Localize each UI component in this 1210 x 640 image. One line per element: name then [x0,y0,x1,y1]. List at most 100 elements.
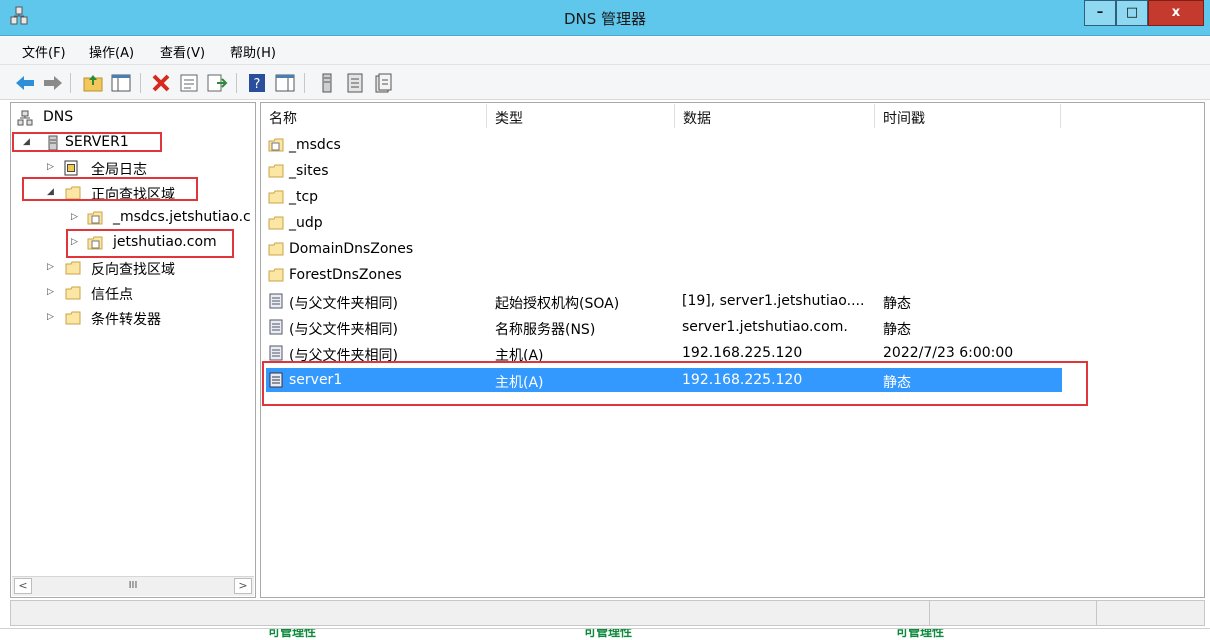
close-button[interactable]: x [1148,0,1204,26]
cell-timestamp: 静态 [883,322,911,338]
scroll-thumb[interactable]: III [34,579,232,593]
record-icon [269,319,283,335]
annotation-box-server1-record [262,361,1088,406]
tree-horizontal-scrollbar[interactable]: < III > [12,576,254,596]
properties-icon[interactable] [178,72,200,94]
cell-name: (与父文件夹相同) [289,296,398,312]
tree-label-reverse-zones: 反向查找区域 [91,262,175,278]
maximize-icon: □ [1125,5,1139,20]
back-icon[interactable] [14,72,36,94]
tree-label-trust-points: 信任点 [91,287,133,303]
tree-label-dns: DNS [43,109,74,125]
background-text: 可管理性 [584,628,633,639]
list-row[interactable]: _sites [266,159,1062,183]
folder-icon [268,268,284,282]
list-row[interactable]: ForestDnsZones [266,263,1062,287]
cell-name: _sites [289,163,329,179]
forward-icon[interactable] [42,72,64,94]
folder-icon [268,242,284,256]
toolbar-separator [70,73,71,93]
menu-view[interactable]: 查看(V) [160,42,205,61]
tree-node-dns-root[interactable]: DNS [17,107,237,129]
show-hide-tree-icon[interactable] [110,72,132,94]
tree-node-reverse-zones[interactable]: ▷ 反向查找区域 [17,257,237,279]
status-bar [10,600,1205,626]
status-separator [1096,601,1097,625]
status-separator [929,601,930,625]
annotation-box-server1 [12,132,162,152]
server-icon[interactable] [316,72,338,94]
event-log-icon [64,160,78,176]
menu-bar: 文件(F) 操作(A) 查看(V) 帮助(H) [0,37,1210,64]
results-list-pane[interactable]: 名称 类型 数据 时间戳 _msdcs _sites _tcp _udp Dom… [260,102,1205,598]
scroll-right-icon[interactable]: > [234,578,252,594]
folder-icon [65,286,81,300]
show-hide-action-icon[interactable] [274,72,296,94]
cell-type: 起始授权机构(SOA) [495,296,620,312]
help-icon[interactable]: ? [246,72,268,94]
tree-node-conditional-forwarders[interactable]: ▷ 条件转发器 [17,307,237,329]
collapsed-icon[interactable]: ▷ [47,162,54,172]
tree-node-trust-points[interactable]: ▷ 信任点 [17,282,237,304]
list-row[interactable]: (与父文件夹相同) 起始授权机构(SOA) [19], server1.jets… [266,289,1062,313]
background-text: 可管理性 [896,628,945,639]
cell-name: (与父文件夹相同) [289,322,398,338]
collapsed-icon[interactable]: ▷ [47,287,54,297]
maximize-button[interactable]: □ [1116,0,1148,26]
collapsed-icon[interactable]: ▷ [71,212,78,222]
tree-label-msdcs-zone: _msdcs.jetshutiao.c [113,209,251,225]
scroll-left-icon[interactable]: < [14,578,32,594]
folder-icon [65,311,81,325]
collapsed-icon[interactable]: ▷ [47,262,54,272]
record-icon [269,345,283,361]
folder-icon [65,261,81,275]
folder-icon [268,164,284,178]
column-header-timestamp[interactable]: 时间戳 [875,104,1061,128]
collapsed-icon[interactable]: ▷ [47,312,54,322]
dns-root-icon [17,110,33,126]
window-title: DNS 管理器 [563,10,647,28]
toolbar-separator [236,73,237,93]
export-icon[interactable] [206,72,228,94]
cell-name: _msdcs [289,137,341,153]
folder-icon [268,216,284,230]
records-icon[interactable] [372,72,394,94]
menu-help[interactable]: 帮助(H) [230,42,276,61]
minimize-icon: – [1096,5,1104,20]
tree-label-conditional-forwarders: 条件转发器 [91,312,161,328]
cell-data: 192.168.225.120 [682,345,803,361]
svg-text:?: ? [254,77,261,92]
background-text: 可管理性 [268,628,317,639]
column-header-name[interactable]: 名称 [261,104,487,128]
title-bar: DNS 管理器 – □ x [0,0,1210,36]
toolbar: ? [0,64,1210,100]
annotation-box-jetshutiao-zone [66,229,234,258]
zone-list-icon[interactable] [344,72,366,94]
cell-timestamp: 2022/7/23 6:00:00 [883,345,1014,361]
tree-node-global-logs[interactable]: ▷ 全局日志 [17,157,237,179]
column-header-data[interactable]: 数据 [675,104,875,128]
tree-label-global-logs: 全局日志 [91,162,147,178]
menu-action[interactable]: 操作(A) [89,42,134,61]
annotation-box-forward-zones [22,177,198,201]
list-row[interactable]: _tcp [266,185,1062,209]
menu-file[interactable]: 文件(F) [22,42,66,61]
list-row[interactable]: _msdcs [266,133,1062,157]
tree-node-msdcs-zone[interactable]: ▷ _msdcs.jetshutiao.c [17,207,253,229]
delete-icon[interactable] [150,72,172,94]
background-window-strip: 可管理性 可管理性 可管理性 [0,628,1210,640]
toolbar-separator [304,73,305,93]
column-header-type[interactable]: 类型 [487,104,675,128]
minimize-button[interactable]: – [1084,0,1116,26]
cell-data: server1.jetshutiao.com. [682,319,848,335]
toolbar-separator [140,73,141,93]
list-row[interactable]: _udp [266,211,1062,235]
up-folder-icon[interactable] [82,72,104,94]
cell-name: _tcp [289,189,319,205]
list-row[interactable]: (与父文件夹相同) 名称服务器(NS) server1.jetshutiao.c… [266,315,1062,339]
cell-type: 名称服务器(NS) [495,322,596,338]
cell-name: DomainDnsZones [289,241,414,257]
cell-name: ForestDnsZones [289,267,402,283]
list-row[interactable]: DomainDnsZones [266,237,1062,261]
zone-icon [87,211,103,225]
